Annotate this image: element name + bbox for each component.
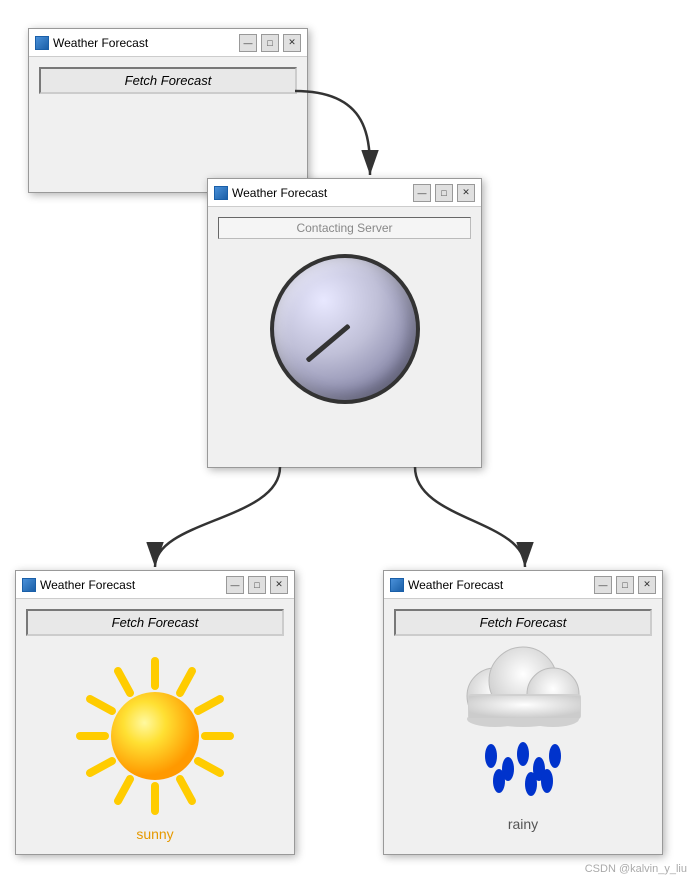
minimize-btn-4[interactable]: —: [594, 576, 612, 594]
title-bar-4: Weather Forecast — □ ✕: [384, 571, 662, 599]
window-4: Weather Forecast — □ ✕ Fetch Forecast: [383, 570, 663, 855]
window-body-4: Fetch Forecast: [384, 599, 662, 842]
window-body-2: Contacting Server: [208, 207, 481, 429]
fetch-forecast-btn-3[interactable]: Fetch Forecast: [26, 609, 284, 636]
sunny-label: sunny: [26, 826, 284, 842]
close-btn-4[interactable]: ✕: [638, 576, 656, 594]
fetch-forecast-btn-1[interactable]: Fetch Forecast: [39, 67, 297, 94]
close-btn-1[interactable]: ✕: [283, 34, 301, 52]
sun-graphic: [55, 641, 255, 821]
window-controls-3: — □ ✕: [226, 576, 288, 594]
window-controls-1: — □ ✕: [239, 34, 301, 52]
maximize-btn-4[interactable]: □: [616, 576, 634, 594]
minimize-btn-3[interactable]: —: [226, 576, 244, 594]
window-3: Weather Forecast — □ ✕ Fetch Forecast: [15, 570, 295, 855]
watermark: CSDN @kalvin_y_liu: [585, 863, 687, 875]
title-text-3: Weather Forecast: [40, 578, 222, 592]
title-text-2: Weather Forecast: [232, 186, 409, 200]
close-btn-2[interactable]: ✕: [457, 184, 475, 202]
minimize-btn-2[interactable]: —: [413, 184, 431, 202]
app-icon-3: [22, 578, 36, 592]
window-controls-2: — □ ✕: [413, 184, 475, 202]
rainy-label: rainy: [394, 816, 652, 832]
title-text-4: Weather Forecast: [408, 578, 590, 592]
contacting-server-text: Contacting Server: [218, 217, 471, 239]
app-icon-1: [35, 36, 49, 50]
rain-graphic: [423, 641, 623, 811]
maximize-btn-3[interactable]: □: [248, 576, 266, 594]
spinner-needle: [305, 324, 350, 363]
window-1: Weather Forecast — □ ✕ Fetch Forecast: [28, 28, 308, 193]
window-2: Weather Forecast — □ ✕ Contacting Server: [207, 178, 482, 468]
title-bar-2: Weather Forecast — □ ✕: [208, 179, 481, 207]
title-bar-1: Weather Forecast — □ ✕: [29, 29, 307, 57]
app-icon-4: [390, 578, 404, 592]
window-body-3: Fetch Forecast: [16, 599, 294, 852]
window-body-1: Fetch Forecast: [29, 57, 307, 104]
maximize-btn-1[interactable]: □: [261, 34, 279, 52]
title-text-1: Weather Forecast: [53, 36, 235, 50]
title-bar-3: Weather Forecast — □ ✕: [16, 571, 294, 599]
close-btn-3[interactable]: ✕: [270, 576, 288, 594]
loading-spinner: [270, 254, 420, 404]
fetch-forecast-btn-4[interactable]: Fetch Forecast: [394, 609, 652, 636]
app-icon-2: [214, 186, 228, 200]
window-controls-4: — □ ✕: [594, 576, 656, 594]
maximize-btn-2[interactable]: □: [435, 184, 453, 202]
minimize-btn-1[interactable]: —: [239, 34, 257, 52]
